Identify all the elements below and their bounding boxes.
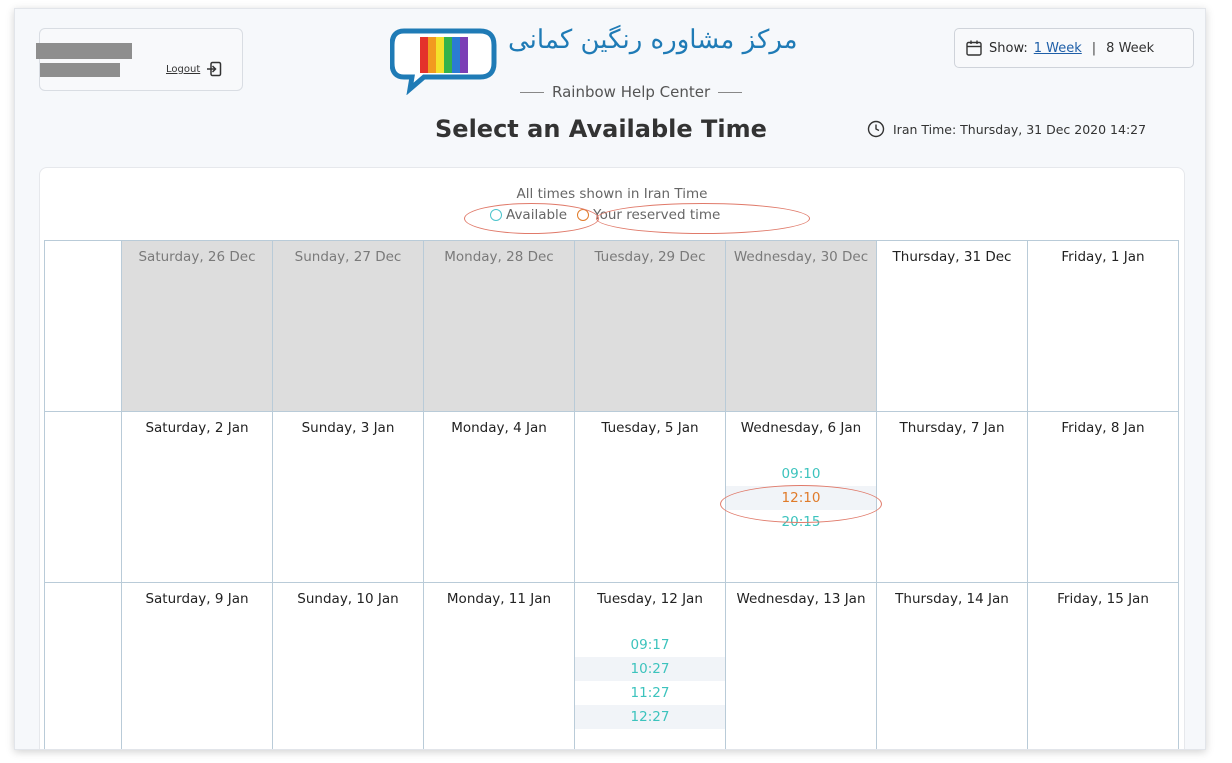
day-cell: Saturday, 9 Jan [121,582,273,749]
available-time-slot[interactable]: 09:10 [726,462,876,486]
week-gutter-cell [44,411,122,583]
day-label: Tuesday, 29 Dec [594,249,706,265]
day-cell: Friday, 1 Jan [1027,240,1179,412]
show-8-week-link[interactable]: 8 Week [1106,41,1154,56]
iran-time-text: Iran Time: Thursday, 31 Dec 2020 14:27 [893,121,1147,137]
day-label: Sunday, 27 Dec [294,249,402,265]
day-cell: Thursday, 14 Jan [876,582,1028,749]
calendar-icon [966,40,982,56]
logout-icon [207,61,222,77]
calendar-panel: All times shown in Iran Time Available Y… [39,167,1185,749]
page-title: Select an Available Time [435,115,767,143]
day-label: Wednesday, 6 Jan [740,420,862,436]
available-time-slot[interactable]: 11:27 [575,681,725,705]
day-cell: Thursday, 7 Jan [876,411,1028,583]
day-label: Tuesday, 12 Jan [597,591,703,607]
day-label: Sunday, 3 Jan [301,420,395,436]
week-gutter-cell [44,582,122,749]
calendar-week-row: Saturday, 2 Jan Sunday, 3 Jan Monday, 4 Ja… [44,411,1179,583]
day-cell: Sunday, 10 Jan [272,582,424,749]
day-cell: Thursday, 31 Dec [876,240,1028,412]
day-label: Thursday, 7 Jan [899,420,1005,436]
day-cell: Tuesday, 29 Dec [574,240,726,412]
iran-time-display: Iran Time: Thursday, 31 Dec 2020 14:27 [867,120,1146,138]
day-label: Thursday, 31 Dec [892,249,1012,265]
logo-subtitle-text: Rainbow Help Center [552,83,711,101]
day-label: Monday, 28 Dec [444,249,554,265]
day-cell: Wednesday, 6 Jan 09:10 12:10 20:15 [725,411,877,583]
day-label: Tuesday, 5 Jan [601,420,699,436]
day-cell: Monday, 28 Dec [423,240,575,412]
day-label: Friday, 1 Jan [1061,249,1145,265]
day-cell: Monday, 11 Jan [423,582,575,749]
day-label: Friday, 8 Jan [1061,420,1145,436]
view-range-selector: Show: 1 Week | 8 Week [954,28,1194,68]
day-label: Wednesday, 30 Dec [733,249,869,265]
logo-persian-text: مرکز مشاوره رنگین کمانی [508,25,798,55]
time-slot-list: 09:10 12:10 20:15 [726,462,876,534]
available-time-slot[interactable]: 12:27 [575,705,725,729]
clock-icon [867,120,885,138]
day-cell: Saturday, 26 Dec [121,240,273,412]
day-cell: Wednesday, 13 Jan [725,582,877,749]
day-cell: Saturday, 2 Jan [121,411,273,583]
day-label: Wednesday, 13 Jan [736,591,866,607]
day-cell: Friday, 8 Jan [1027,411,1179,583]
redacted-username [36,43,132,59]
day-cell: Tuesday, 5 Jan [574,411,726,583]
day-cell: Sunday, 3 Jan [272,411,424,583]
day-label: Friday, 15 Jan [1057,591,1149,607]
day-label: Sunday, 10 Jan [297,591,399,607]
day-cell: Tuesday, 12 Jan 09:17 10:27 11:27 12:27 [574,582,726,749]
app-window: Logout مرکز مشاوره رنگین کمانی Rainbow H… [14,8,1206,750]
annotation-ellipse-reserved [596,203,810,234]
day-label: Saturday, 26 Dec [138,249,256,265]
speech-bubble-logo-icon [390,28,497,95]
logo: مرکز مشاوره رنگین کمانی Rainbow Help Cen… [390,25,850,107]
show-separator: | [1091,40,1097,56]
available-time-slot[interactable]: 09:17 [575,633,725,657]
day-label: Saturday, 2 Jan [145,420,249,436]
week-gutter-cell [44,240,122,412]
day-label: Thursday, 14 Jan [895,591,1009,607]
day-label: Saturday, 9 Jan [145,591,249,607]
show-1-week-link[interactable]: 1 Week [1034,41,1082,56]
annotation-ellipse-available [464,203,599,234]
user-panel: Logout [36,28,243,91]
day-cell: Wednesday, 30 Dec [725,240,877,412]
timezone-note: All times shown in Iran Time [516,186,708,202]
week-calendar-grid: Saturday, 26 Dec Sunday, 27 Dec Monday, 28… [44,240,1179,749]
time-slot-list: 09:17 10:27 11:27 12:27 [575,633,725,729]
show-label: Show: [989,40,1028,56]
available-time-slot[interactable]: 20:15 [726,510,876,534]
redacted-username-line2 [40,63,120,77]
reserved-time-slot[interactable]: 12:10 [726,486,876,510]
day-label: Monday, 4 Jan [451,420,547,436]
calendar-week-row: Saturday, 26 Dec Sunday, 27 Dec Monday, 28… [44,240,1179,412]
logout-label: Logout [166,63,201,75]
day-cell: Sunday, 27 Dec [272,240,424,412]
available-time-slot[interactable]: 10:27 [575,657,725,681]
logout-button[interactable]: Logout [166,61,222,77]
logo-subtitle: Rainbow Help Center [520,83,743,101]
day-cell: Friday, 15 Jan [1027,582,1179,749]
day-cell: Monday, 4 Jan [423,411,575,583]
day-label: Monday, 11 Jan [446,591,552,607]
calendar-week-row: Saturday, 9 Jan Sunday, 10 Jan Monday, 11 … [44,582,1179,749]
